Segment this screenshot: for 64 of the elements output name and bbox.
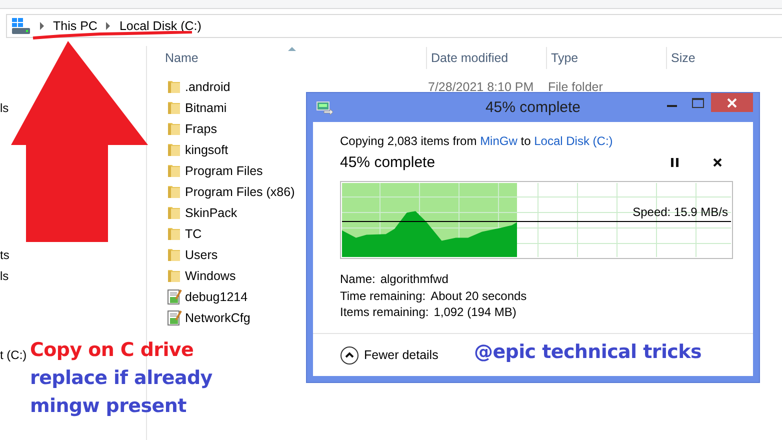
speed-label: Speed: 15.9 MB/s xyxy=(632,205,728,219)
file-name[interactable]: TC xyxy=(185,226,202,240)
folder-icon xyxy=(167,205,181,220)
file-name[interactable]: Program Files xyxy=(185,164,263,178)
folder-icon xyxy=(167,226,181,241)
folder-icon xyxy=(167,79,181,94)
destination-link[interactable]: Local Disk (C:) xyxy=(534,134,613,148)
column-header[interactable]: Name xyxy=(165,51,198,65)
file-name[interactable]: kingsoft xyxy=(185,142,228,156)
nav-item[interactable]: ls xyxy=(0,266,9,287)
file-name[interactable]: Bitnami xyxy=(185,100,227,114)
detail-value: algorithmfwd xyxy=(380,271,448,288)
maximize-icon xyxy=(692,98,704,108)
file-name[interactable]: .android xyxy=(185,80,230,94)
folder-icon xyxy=(167,142,181,157)
progress-heading: 45% complete xyxy=(340,154,436,170)
minimize-icon xyxy=(667,104,677,106)
folder-icon xyxy=(167,184,181,199)
annotation-text: Copy on C drive xyxy=(30,338,194,363)
fewer-details-button[interactable]: Fewer details xyxy=(340,346,438,364)
column-header[interactable]: Date modified xyxy=(431,51,508,65)
source-link[interactable]: MinGw xyxy=(480,134,518,148)
detail-label: Items remaining: xyxy=(340,304,429,320)
folder-icon xyxy=(167,163,181,178)
close-icon xyxy=(727,98,737,108)
chevron-icon xyxy=(40,22,44,30)
text-file-icon xyxy=(167,288,183,305)
annotation-text: @epic technical tricks xyxy=(474,340,702,365)
annotation-text: mingw present xyxy=(30,394,186,419)
collapse-icon xyxy=(340,346,359,364)
folder-icon xyxy=(167,247,181,262)
column-header[interactable]: Size xyxy=(671,51,696,65)
file-name[interactable]: Program Files (x86) xyxy=(185,184,295,198)
annotation-text: replace if already xyxy=(30,366,212,391)
breadcrumb[interactable]: This PC xyxy=(53,19,98,33)
text-file-icon xyxy=(167,309,183,326)
nav-item[interactable]: ls xyxy=(0,98,9,119)
folder-icon xyxy=(167,100,181,115)
detail-value: 1,092 (194 MB) xyxy=(434,304,516,320)
close-icon xyxy=(712,158,722,166)
copy-icon xyxy=(316,100,334,114)
copy-summary: Copying 2,083 items from MinGw to Local Disk (C:) xyxy=(340,134,614,148)
close-button[interactable] xyxy=(711,93,753,112)
file-name[interactable]: Fraps xyxy=(185,122,217,136)
window-title: 45% complete xyxy=(485,99,581,116)
detail-value: About 20 seconds xyxy=(430,288,527,304)
pause-icon xyxy=(671,158,679,166)
chevron-icon xyxy=(106,22,110,30)
detail-label: Time remaining: xyxy=(340,288,426,304)
file-name[interactable]: NetworkCfg xyxy=(185,310,250,324)
file-name[interactable]: Users xyxy=(185,248,218,262)
folder-icon xyxy=(167,268,181,283)
column-header[interactable]: Type xyxy=(551,51,578,65)
nav-item[interactable]: t (C:) xyxy=(0,345,27,366)
file-name[interactable]: Windows xyxy=(185,268,236,282)
breadcrumb[interactable]: Local Disk (C:) xyxy=(119,19,202,33)
type-cell: File folder xyxy=(548,80,603,94)
detail-label: Name: xyxy=(340,271,376,288)
file-name[interactable]: SkinPack xyxy=(185,206,238,220)
file-name[interactable]: debug1214 xyxy=(185,290,248,304)
nav-item[interactable]: ts xyxy=(0,245,10,266)
drive-icon xyxy=(11,17,31,35)
folder-icon xyxy=(167,121,181,136)
date-cell-text: 7/28/2021 8:10 PM xyxy=(428,80,535,94)
